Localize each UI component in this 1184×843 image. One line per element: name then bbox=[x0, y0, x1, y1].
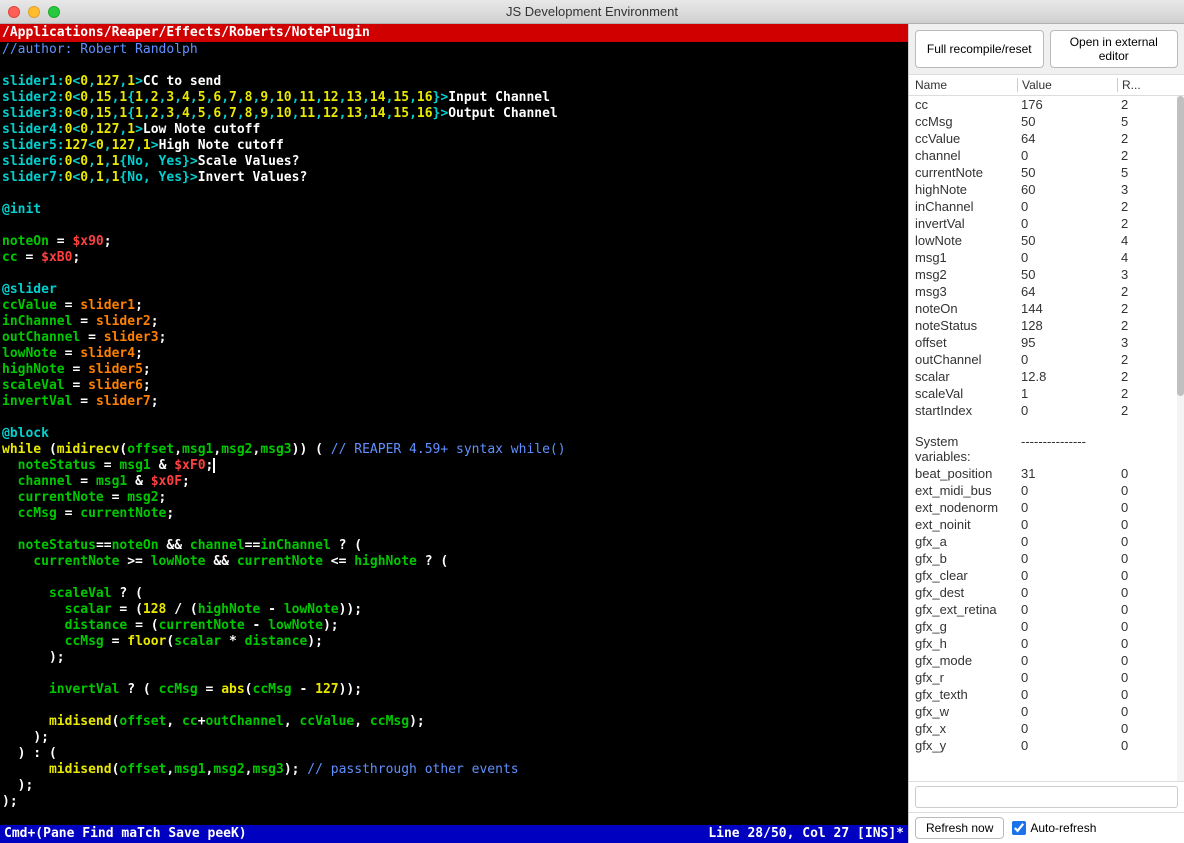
table-row[interactable]: channel02 bbox=[909, 147, 1184, 164]
table-row[interactable]: gfx_r00 bbox=[909, 669, 1184, 686]
bottom-row: Refresh now Auto-refresh bbox=[909, 812, 1184, 843]
table-row[interactable]: gfx_y00 bbox=[909, 737, 1184, 754]
recompile-button[interactable]: Full recompile/reset bbox=[915, 30, 1044, 68]
sysvars-label: System variables: --------------- bbox=[909, 433, 1184, 465]
autorefresh-input[interactable] bbox=[1012, 821, 1026, 835]
debug-toolbar: Full recompile/reset Open in external ed… bbox=[909, 24, 1184, 75]
table-row[interactable]: gfx_h00 bbox=[909, 635, 1184, 652]
slider-section: @slider bbox=[2, 282, 57, 297]
table-row[interactable]: beat_position310 bbox=[909, 465, 1184, 482]
table-row[interactable]: offset953 bbox=[909, 334, 1184, 351]
code-content[interactable]: //author: Robert Randolph slider1:0<0,12… bbox=[0, 42, 908, 825]
main-area: /Applications/Reaper/Effects/Roberts/Not… bbox=[0, 24, 1184, 843]
table-row[interactable]: invertVal02 bbox=[909, 215, 1184, 232]
table-row[interactable]: gfx_texth00 bbox=[909, 686, 1184, 703]
table-row[interactable]: gfx_a00 bbox=[909, 533, 1184, 550]
header-refs[interactable]: R... bbox=[1117, 78, 1178, 92]
header-value[interactable]: Value bbox=[1017, 78, 1117, 92]
refresh-button[interactable]: Refresh now bbox=[915, 817, 1004, 839]
table-row[interactable]: gfx_g00 bbox=[909, 618, 1184, 635]
open-external-button[interactable]: Open in external editor bbox=[1050, 30, 1179, 68]
titlebar: JS Development Environment bbox=[0, 0, 1184, 24]
text-cursor bbox=[213, 458, 215, 473]
table-row[interactable]: inChannel02 bbox=[909, 198, 1184, 215]
table-row[interactable]: noteOn1442 bbox=[909, 300, 1184, 317]
table-row[interactable]: cc1762 bbox=[909, 96, 1184, 113]
table-row[interactable]: msg104 bbox=[909, 249, 1184, 266]
table-row[interactable]: msg3642 bbox=[909, 283, 1184, 300]
table-row[interactable]: startIndex02 bbox=[909, 402, 1184, 419]
var-table[interactable]: cc1762ccMsg505ccValue642channel02current… bbox=[909, 96, 1184, 781]
table-row[interactable]: scalar12.82 bbox=[909, 368, 1184, 385]
table-row[interactable]: currentNote505 bbox=[909, 164, 1184, 181]
slider-def: slider1: bbox=[2, 74, 65, 89]
table-row[interactable]: lowNote504 bbox=[909, 232, 1184, 249]
status-left: Cmd+(Pane Find maTch Save peeK) bbox=[4, 826, 247, 842]
init-section: @init bbox=[2, 202, 41, 217]
filter-input[interactable] bbox=[915, 786, 1178, 808]
scrollbar-thumb[interactable] bbox=[1177, 96, 1184, 396]
table-row[interactable]: ext_nodenorm00 bbox=[909, 499, 1184, 516]
table-row[interactable]: scaleVal12 bbox=[909, 385, 1184, 402]
table-row[interactable]: ccMsg505 bbox=[909, 113, 1184, 130]
filter-row bbox=[909, 781, 1184, 812]
window-controls bbox=[8, 6, 60, 18]
code-editor[interactable]: /Applications/Reaper/Effects/Roberts/Not… bbox=[0, 24, 908, 843]
block-section: @block bbox=[2, 426, 49, 441]
author-comment: //author: Robert Randolph bbox=[2, 42, 198, 57]
table-row[interactable]: gfx_ext_retina00 bbox=[909, 601, 1184, 618]
table-row[interactable]: gfx_w00 bbox=[909, 703, 1184, 720]
sidebar-scrollbar[interactable] bbox=[1177, 96, 1184, 781]
table-row[interactable]: msg2503 bbox=[909, 266, 1184, 283]
editor-statusbar: Cmd+(Pane Find maTch Save peeK) Line 28/… bbox=[0, 825, 908, 843]
debug-sidepanel: Full recompile/reset Open in external ed… bbox=[908, 24, 1184, 843]
table-row[interactable]: gfx_b00 bbox=[909, 550, 1184, 567]
table-row[interactable]: gfx_x00 bbox=[909, 720, 1184, 737]
zoom-icon[interactable] bbox=[48, 6, 60, 18]
header-name[interactable]: Name bbox=[915, 78, 1017, 92]
var-table-header[interactable]: Name Value R... bbox=[909, 75, 1184, 96]
table-row[interactable]: ccValue642 bbox=[909, 130, 1184, 147]
table-row[interactable]: highNote603 bbox=[909, 181, 1184, 198]
table-row[interactable]: noteStatus1282 bbox=[909, 317, 1184, 334]
table-row[interactable]: ext_noinit00 bbox=[909, 516, 1184, 533]
table-row[interactable]: ext_midi_bus00 bbox=[909, 482, 1184, 499]
window-title: JS Development Environment bbox=[0, 4, 1184, 19]
file-path: /Applications/Reaper/Effects/Roberts/Not… bbox=[0, 24, 908, 42]
close-icon[interactable] bbox=[8, 6, 20, 18]
table-row[interactable]: gfx_dest00 bbox=[909, 584, 1184, 601]
status-right: Line 28/50, Col 27 [INS]* bbox=[708, 826, 904, 842]
autorefresh-checkbox[interactable]: Auto-refresh bbox=[1012, 821, 1096, 835]
table-row[interactable]: gfx_clear00 bbox=[909, 567, 1184, 584]
table-row[interactable]: gfx_mode00 bbox=[909, 652, 1184, 669]
minimize-icon[interactable] bbox=[28, 6, 40, 18]
table-row[interactable]: outChannel02 bbox=[909, 351, 1184, 368]
